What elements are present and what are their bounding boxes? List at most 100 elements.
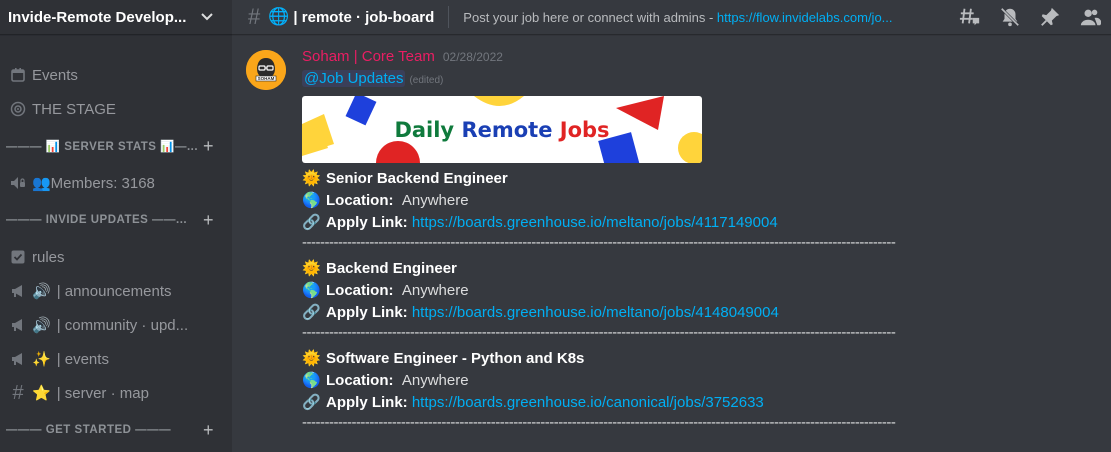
notification-muted-icon[interactable] [999, 6, 1021, 28]
speaker-locked-icon [8, 175, 28, 191]
announcement-icon [8, 283, 28, 299]
globe-emoji: 🌎 [302, 192, 321, 209]
link-emoji: 🔗 [302, 394, 321, 411]
job-location-line: 🌎 Location: Anywhere [302, 189, 1092, 211]
server-header[interactable]: Invide-Remote Develop... [0, 0, 232, 34]
job-title: Backend Engineer [326, 259, 457, 277]
sun-emoji: 🌞 [302, 170, 321, 187]
link-emoji: 🔗 [302, 214, 321, 231]
job-link-line: 🔗 Apply Link: https://boards.greenhouse.… [302, 301, 1092, 323]
job-title-line: 🌞 Senior Backend Engineer [302, 167, 1092, 189]
add-channel-icon[interactable]: + [203, 420, 214, 441]
job-location: Anywhere [401, 191, 469, 209]
job-location: Anywhere [401, 371, 469, 389]
sidebar-item-label: Events [32, 66, 78, 84]
sidebar-item-members[interactable]: 👥Members: 3168 [0, 166, 232, 200]
channel-name: | remote · job-board [293, 8, 435, 26]
header-toolbar [959, 0, 1101, 34]
channel-topic[interactable]: Post your job here or connect with admin… [463, 10, 913, 25]
category-label: ——— 📊 SERVER STATS 📊—... [6, 141, 197, 153]
job-title-line: 🌞 Software Engineer - Python and K8s [302, 347, 1092, 369]
pin-icon[interactable] [1039, 6, 1061, 28]
banner-image[interactable]: Daily Remote Jobs [302, 96, 702, 163]
sidebar-item-label: rules [32, 248, 65, 266]
topic-text: Post your job here or connect with admin… [463, 9, 717, 25]
banner-word-remote: Remote [461, 118, 553, 142]
category-server-stats[interactable]: ——— 📊 SERVER STATS 📊—... + [0, 126, 232, 166]
message-header: Soham | Core Team 02/28/2022 [302, 48, 1092, 70]
rules-icon [8, 249, 28, 265]
job-title: Software Engineer - Python and K8s [326, 349, 585, 367]
sparkles-emoji: ✨ [32, 351, 51, 368]
channel-header: # 🌐 | remote · job-board Post your job h… [232, 0, 1111, 34]
loudspeaker-emoji: 🔊 [32, 317, 51, 334]
chevron-down-icon [201, 13, 213, 21]
sun-emoji: 🌞 [302, 350, 321, 367]
job-link-line: 🔗 Apply Link: https://boards.greenhouse.… [302, 211, 1092, 233]
globe-emoji: 🌎 [302, 282, 321, 299]
author-name[interactable]: Soham | Core Team [302, 48, 435, 65]
mention-line: @Job Updates (edited) [302, 70, 1092, 92]
sidebar-item-label: | announcements [56, 282, 172, 300]
sidebar-item-server-map[interactable]: # ⭐ | server · map [0, 376, 232, 410]
edited-label: (edited) [409, 75, 444, 86]
banner-word-jobs: Jobs [559, 118, 610, 142]
category-invide-updates[interactable]: ——— INVIDE UPDATES ——... + [0, 200, 232, 240]
sidebar-item-rules[interactable]: rules [0, 240, 232, 274]
role-mention[interactable]: @Job Updates [302, 70, 406, 87]
separator: ----------------------------------------… [302, 234, 896, 251]
category-label: ——— GET STARTED ——— [6, 424, 172, 436]
sidebar-item-community-updates[interactable]: 🔊 | community · upd... [0, 308, 232, 342]
apply-link[interactable]: https://boards.greenhouse.io/canonical/j… [412, 394, 764, 411]
job-location-line: 🌎 Location: Anywhere [302, 279, 1092, 301]
channel-sidebar: Invide-Remote Develop... Events THE STAG… [0, 0, 232, 452]
sidebar-item-events-channel[interactable]: ✨ | events [0, 342, 232, 376]
avatar-text: SOHAM [258, 76, 275, 81]
separator: ----------------------------------------… [302, 324, 896, 341]
globe-emoji: 🌐 [268, 7, 290, 26]
location-label: Location: [326, 371, 394, 389]
avatar[interactable]: SOHAM [246, 50, 286, 90]
link-emoji: 🔗 [302, 304, 321, 321]
threads-icon[interactable] [959, 6, 981, 28]
announcement-icon [8, 317, 28, 333]
announcement-icon [8, 351, 28, 367]
sun-emoji: 🌞 [302, 260, 321, 277]
separator: ----------------------------------------… [302, 414, 896, 431]
message: SOHAM Soham | Core Team 02/28/2022 @Job … [232, 34, 1111, 452]
sidebar-item-announcements[interactable]: 🔊 | announcements [0, 274, 232, 308]
sidebar-item-stage[interactable]: THE STAGE [0, 92, 232, 126]
server-name: Invide-Remote Develop... [8, 8, 187, 26]
apply-link[interactable]: https://boards.greenhouse.io/meltano/job… [412, 304, 779, 321]
timestamp: 02/28/2022 [442, 50, 503, 64]
job-title: Senior Backend Engineer [326, 169, 508, 187]
sidebar-item-label: THE STAGE [32, 100, 116, 118]
topic-link[interactable]: https://flow.invidelabs.com/jo... [717, 10, 893, 25]
job-location: Anywhere [401, 281, 469, 299]
apply-label: Apply Link: [326, 303, 408, 321]
sidebar-item-label: | events [56, 350, 109, 368]
calendar-icon [8, 67, 28, 83]
message-body: Soham | Core Team 02/28/2022 @Job Update… [302, 48, 1092, 437]
sidebar-item-label: 👥Members: 3168 [32, 175, 155, 192]
stage-icon [8, 101, 28, 117]
sidebar-item-label: | community · upd... [56, 316, 189, 334]
member-list-icon[interactable] [1079, 6, 1101, 28]
apply-label: Apply Link: [326, 393, 408, 411]
location-label: Location: [326, 281, 394, 299]
add-channel-icon[interactable]: + [203, 210, 214, 231]
location-label: Location: [326, 191, 394, 209]
apply-link[interactable]: https://boards.greenhouse.io/meltano/job… [412, 214, 778, 231]
category-get-started[interactable]: ——— GET STARTED ——— + [0, 410, 232, 450]
sidebar-item-label: | server · map [56, 384, 149, 402]
banner-word-daily: Daily [394, 118, 455, 142]
header-divider [448, 6, 450, 28]
apply-label: Apply Link: [326, 213, 408, 231]
hash-icon: # [248, 4, 261, 29]
job-location-line: 🌎 Location: Anywhere [302, 369, 1092, 391]
category-label: ——— INVIDE UPDATES ——... [6, 214, 188, 226]
add-channel-icon[interactable]: + [203, 136, 214, 157]
job-title-line: 🌞 Backend Engineer [302, 257, 1092, 279]
hash-icon: # [12, 381, 24, 404]
sidebar-item-events[interactable]: Events [0, 58, 232, 92]
